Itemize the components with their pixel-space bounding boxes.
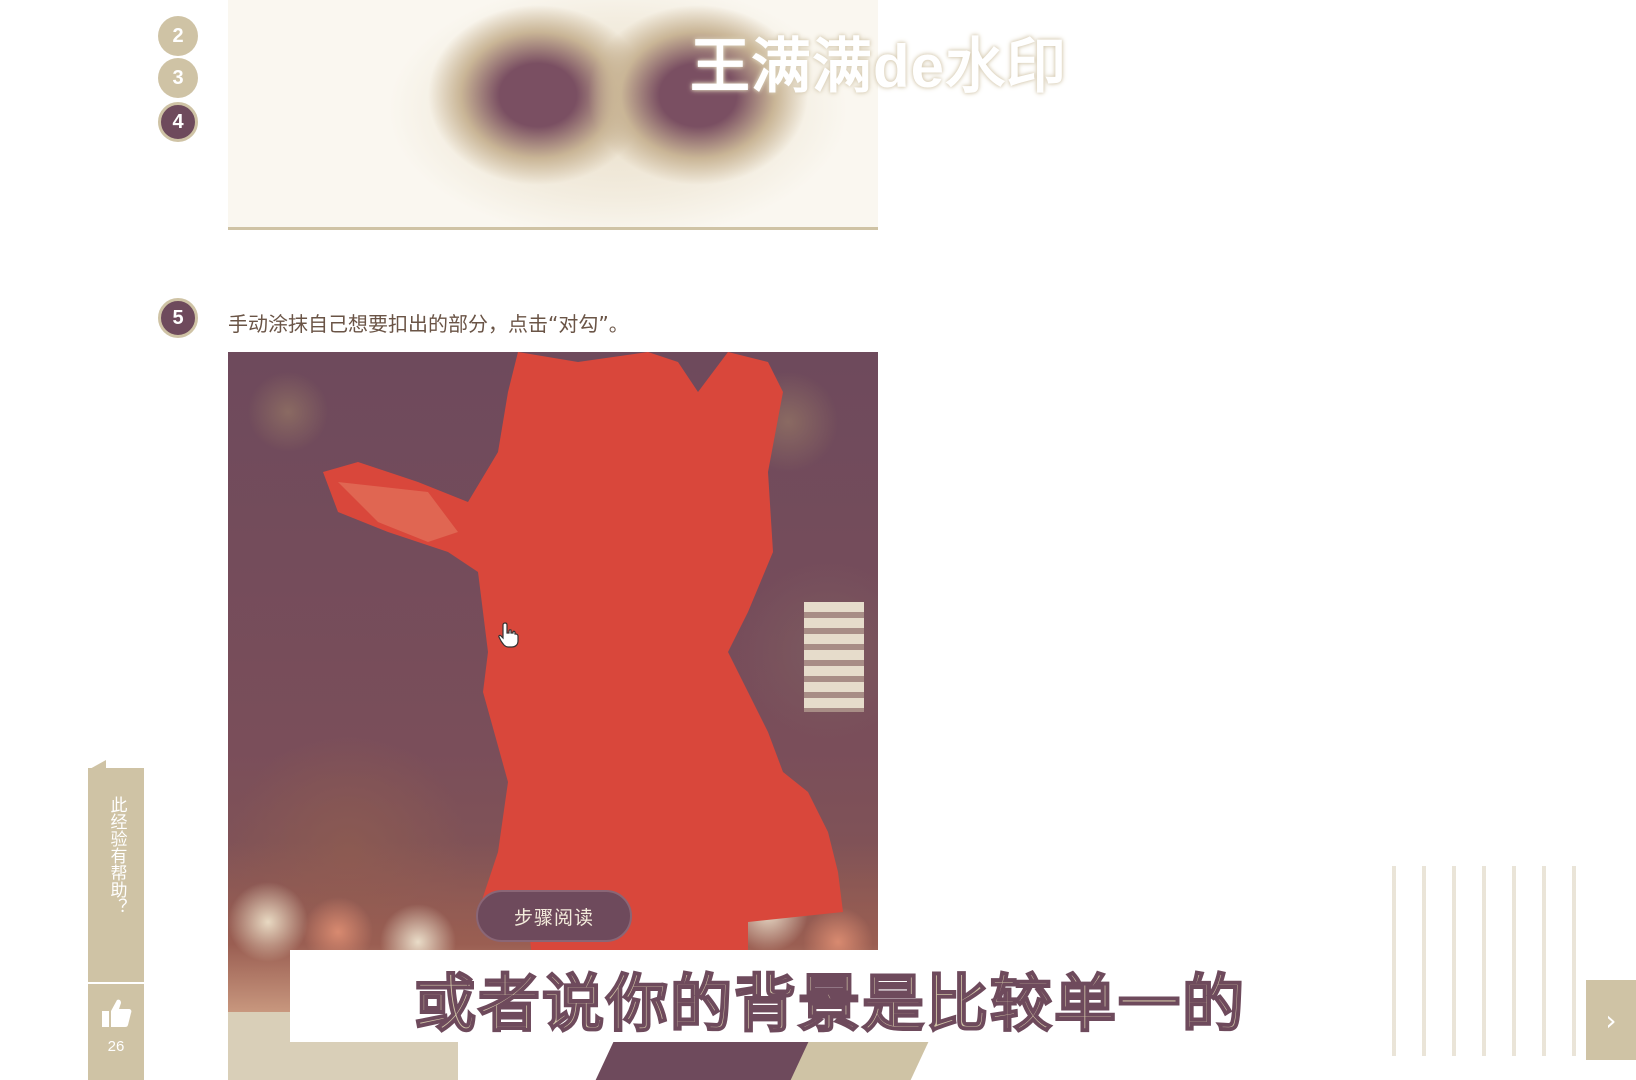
- step-number-2[interactable]: 2: [158, 16, 198, 56]
- next-button[interactable]: ›: [1586, 980, 1636, 1060]
- thumbs-up-icon[interactable]: [100, 996, 134, 1030]
- feedback-panel-tab: [88, 760, 106, 770]
- step-read-button[interactable]: 步骤阅读: [476, 890, 632, 942]
- chevron-right-icon: ›: [1605, 1003, 1617, 1037]
- watermark-text: 王满满de水印: [690, 33, 1068, 100]
- feedback-panel: 此经验有帮助？ 26: [88, 760, 144, 1080]
- step-number-4[interactable]: 4: [158, 102, 198, 142]
- feedback-divider: [88, 982, 144, 984]
- video-subtitle: 或者说你的背景是比较单一的: [413, 966, 1246, 1041]
- step-number-5[interactable]: 5: [158, 298, 198, 338]
- hand-pointer-icon: [498, 622, 519, 648]
- step-5-instruction: 手动涂抹自己想要扣出的部分，点击“对勾”。: [228, 312, 629, 336]
- bottom-decoration-stripe-2: [790, 1040, 930, 1080]
- feedback-question: 此经验有帮助？: [106, 796, 127, 915]
- step-number-3[interactable]: 3: [158, 58, 198, 98]
- right-thumbnail-ghost: [1380, 866, 1590, 1056]
- like-count: 26: [107, 1038, 125, 1055]
